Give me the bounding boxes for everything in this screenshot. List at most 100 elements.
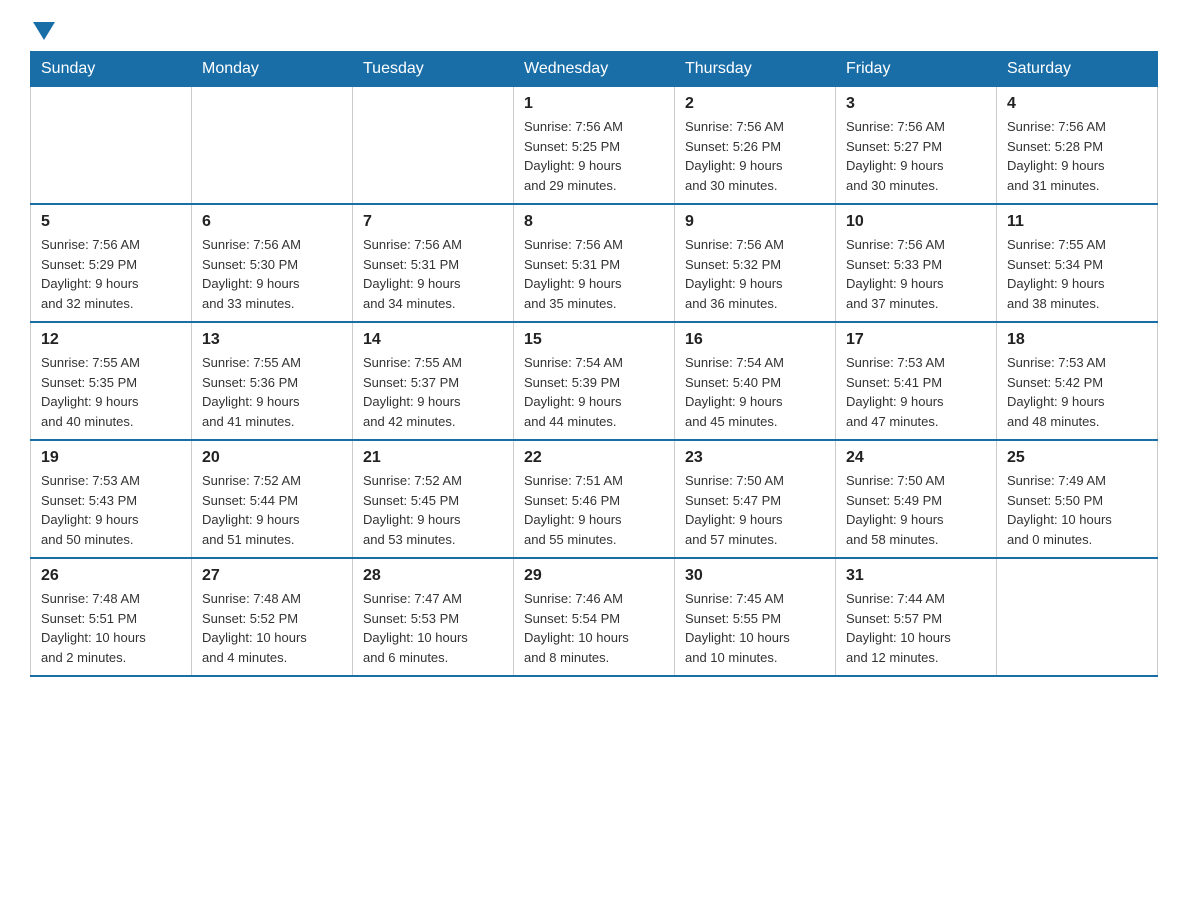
calendar-cell: 7Sunrise: 7:56 AM Sunset: 5:31 PM Daylig… (353, 204, 514, 322)
calendar-cell: 13 Sunrise: 7:55 AM Sunset: 5:36 PM Dayli… (192, 322, 353, 440)
day-info: Sunrise: 7:50 AM Sunset: 5:47 PM Dayligh… (685, 471, 825, 549)
page-header (30, 20, 1158, 41)
day-number: 4 (1007, 95, 1147, 113)
calendar-cell: 31 Sunrise: 7:44 AM Sunset: 5:57 PM Dayli… (836, 558, 997, 676)
day-number: 1 (524, 95, 664, 113)
weekday-header-sunday: Sunday (31, 52, 192, 87)
day-info: Sunrise: 7:51 AM Sunset: 5:46 PM Dayligh… (524, 471, 664, 549)
day-number: 7 (363, 213, 503, 231)
day-number: 30 (685, 567, 825, 585)
day-info: Sunrise: 7:52 AM Sunset: 5:44 PM Dayligh… (202, 471, 342, 549)
calendar-cell (997, 558, 1158, 676)
day-number: 21 (363, 449, 503, 467)
day-info: Sunrise: 7:48 AM Sunset: 5:52 PM Dayligh… (202, 589, 342, 667)
day-info: Sunrise: 7:54 AM Sunset: 5:39 PM Dayligh… (524, 353, 664, 431)
calendar-cell: 9 Sunrise: 7:56 AM Sunset: 5:32 PM Daylig… (675, 204, 836, 322)
day-info: Sunrise: 7:55 AM Sunset: 5:35 PM Dayligh… (41, 353, 181, 431)
calendar-cell: 28 Sunrise: 7:47 AM Sunset: 5:53 PM Dayli… (353, 558, 514, 676)
day-number: 8 (524, 213, 664, 231)
day-number: 9 (685, 213, 825, 231)
calendar-cell: 8 Sunrise: 7:56 AM Sunset: 5:31 PM Daylig… (514, 204, 675, 322)
day-number: 18 (1007, 331, 1147, 349)
calendar-cell (192, 87, 353, 205)
day-number: 16 (685, 331, 825, 349)
day-number: 24 (846, 449, 986, 467)
calendar-week-row: 5 Sunrise: 7:56 AM Sunset: 5:29 PM Daylig… (31, 204, 1158, 322)
calendar-cell (31, 87, 192, 205)
day-info: Sunrise: 7:53 AM Sunset: 5:41 PM Dayligh… (846, 353, 986, 431)
calendar-week-row: 19Sunrise: 7:53 AM Sunset: 5:43 PM Dayli… (31, 440, 1158, 558)
day-number: 2 (685, 95, 825, 113)
calendar-cell: 3Sunrise: 7:56 AM Sunset: 5:27 PM Daylig… (836, 87, 997, 205)
calendar-cell: 11Sunrise: 7:55 AM Sunset: 5:34 PM Dayli… (997, 204, 1158, 322)
calendar-cell: 1 Sunrise: 7:56 AM Sunset: 5:25 PM Daylig… (514, 87, 675, 205)
weekday-header-thursday: Thursday (675, 52, 836, 87)
day-info: Sunrise: 7:44 AM Sunset: 5:57 PM Dayligh… (846, 589, 986, 667)
day-info: Sunrise: 7:56 AM Sunset: 5:27 PM Dayligh… (846, 117, 986, 195)
calendar-cell: 16 Sunrise: 7:54 AM Sunset: 5:40 PM Dayli… (675, 322, 836, 440)
logo-arrow-icon (33, 22, 55, 40)
logo (30, 20, 55, 41)
calendar-cell: 19Sunrise: 7:53 AM Sunset: 5:43 PM Dayli… (31, 440, 192, 558)
calendar-cell: 22 Sunrise: 7:51 AM Sunset: 5:46 PM Dayli… (514, 440, 675, 558)
day-number: 12 (41, 331, 181, 349)
calendar-cell: 5 Sunrise: 7:56 AM Sunset: 5:29 PM Daylig… (31, 204, 192, 322)
weekday-header-row: SundayMondayTuesdayWednesdayThursdayFrid… (31, 52, 1158, 87)
calendar-cell: 23 Sunrise: 7:50 AM Sunset: 5:47 PM Dayli… (675, 440, 836, 558)
day-number: 10 (846, 213, 986, 231)
calendar-cell: 25 Sunrise: 7:49 AM Sunset: 5:50 PM Dayli… (997, 440, 1158, 558)
day-info: Sunrise: 7:56 AM Sunset: 5:33 PM Dayligh… (846, 235, 986, 313)
calendar-cell (353, 87, 514, 205)
calendar-cell: 10 Sunrise: 7:56 AM Sunset: 5:33 PM Dayli… (836, 204, 997, 322)
day-info: Sunrise: 7:56 AM Sunset: 5:30 PM Dayligh… (202, 235, 342, 313)
calendar-cell: 2 Sunrise: 7:56 AM Sunset: 5:26 PM Daylig… (675, 87, 836, 205)
calendar-cell: 12 Sunrise: 7:55 AM Sunset: 5:35 PM Dayli… (31, 322, 192, 440)
day-info: Sunrise: 7:56 AM Sunset: 5:26 PM Dayligh… (685, 117, 825, 195)
day-info: Sunrise: 7:47 AM Sunset: 5:53 PM Dayligh… (363, 589, 503, 667)
day-number: 22 (524, 449, 664, 467)
day-number: 11 (1007, 213, 1147, 231)
day-info: Sunrise: 7:53 AM Sunset: 5:42 PM Dayligh… (1007, 353, 1147, 431)
day-number: 13 (202, 331, 342, 349)
day-number: 26 (41, 567, 181, 585)
day-number: 27 (202, 567, 342, 585)
day-info: Sunrise: 7:48 AM Sunset: 5:51 PM Dayligh… (41, 589, 181, 667)
day-info: Sunrise: 7:56 AM Sunset: 5:28 PM Dayligh… (1007, 117, 1147, 195)
day-number: 15 (524, 331, 664, 349)
day-info: Sunrise: 7:52 AM Sunset: 5:45 PM Dayligh… (363, 471, 503, 549)
calendar-cell: 18 Sunrise: 7:53 AM Sunset: 5:42 PM Dayli… (997, 322, 1158, 440)
weekday-header-tuesday: Tuesday (353, 52, 514, 87)
day-number: 6 (202, 213, 342, 231)
calendar-cell: 17 Sunrise: 7:53 AM Sunset: 5:41 PM Dayli… (836, 322, 997, 440)
day-info: Sunrise: 7:45 AM Sunset: 5:55 PM Dayligh… (685, 589, 825, 667)
day-number: 17 (846, 331, 986, 349)
day-info: Sunrise: 7:50 AM Sunset: 5:49 PM Dayligh… (846, 471, 986, 549)
day-info: Sunrise: 7:55 AM Sunset: 5:36 PM Dayligh… (202, 353, 342, 431)
calendar-week-row: 26 Sunrise: 7:48 AM Sunset: 5:51 PM Dayli… (31, 558, 1158, 676)
day-number: 23 (685, 449, 825, 467)
day-number: 5 (41, 213, 181, 231)
calendar-cell: 14 Sunrise: 7:55 AM Sunset: 5:37 PM Dayli… (353, 322, 514, 440)
calendar-cell: 21 Sunrise: 7:52 AM Sunset: 5:45 PM Dayli… (353, 440, 514, 558)
calendar-cell: 24 Sunrise: 7:50 AM Sunset: 5:49 PM Dayli… (836, 440, 997, 558)
day-info: Sunrise: 7:56 AM Sunset: 5:31 PM Dayligh… (524, 235, 664, 313)
calendar-cell: 27 Sunrise: 7:48 AM Sunset: 5:52 PM Dayli… (192, 558, 353, 676)
day-info: Sunrise: 7:56 AM Sunset: 5:32 PM Dayligh… (685, 235, 825, 313)
day-info: Sunrise: 7:56 AM Sunset: 5:25 PM Dayligh… (524, 117, 664, 195)
calendar-cell: 26 Sunrise: 7:48 AM Sunset: 5:51 PM Dayli… (31, 558, 192, 676)
day-number: 25 (1007, 449, 1147, 467)
day-number: 29 (524, 567, 664, 585)
day-number: 31 (846, 567, 986, 585)
day-info: Sunrise: 7:54 AM Sunset: 5:40 PM Dayligh… (685, 353, 825, 431)
day-number: 14 (363, 331, 503, 349)
calendar-week-row: 1 Sunrise: 7:56 AM Sunset: 5:25 PM Daylig… (31, 87, 1158, 205)
day-info: Sunrise: 7:49 AM Sunset: 5:50 PM Dayligh… (1007, 471, 1147, 549)
calendar-cell: 15 Sunrise: 7:54 AM Sunset: 5:39 PM Dayli… (514, 322, 675, 440)
day-info: Sunrise: 7:55 AM Sunset: 5:37 PM Dayligh… (363, 353, 503, 431)
weekday-header-saturday: Saturday (997, 52, 1158, 87)
day-info: Sunrise: 7:56 AM Sunset: 5:29 PM Dayligh… (41, 235, 181, 313)
weekday-header-monday: Monday (192, 52, 353, 87)
weekday-header-friday: Friday (836, 52, 997, 87)
day-number: 28 (363, 567, 503, 585)
calendar-table: SundayMondayTuesdayWednesdayThursdayFrid… (30, 51, 1158, 677)
